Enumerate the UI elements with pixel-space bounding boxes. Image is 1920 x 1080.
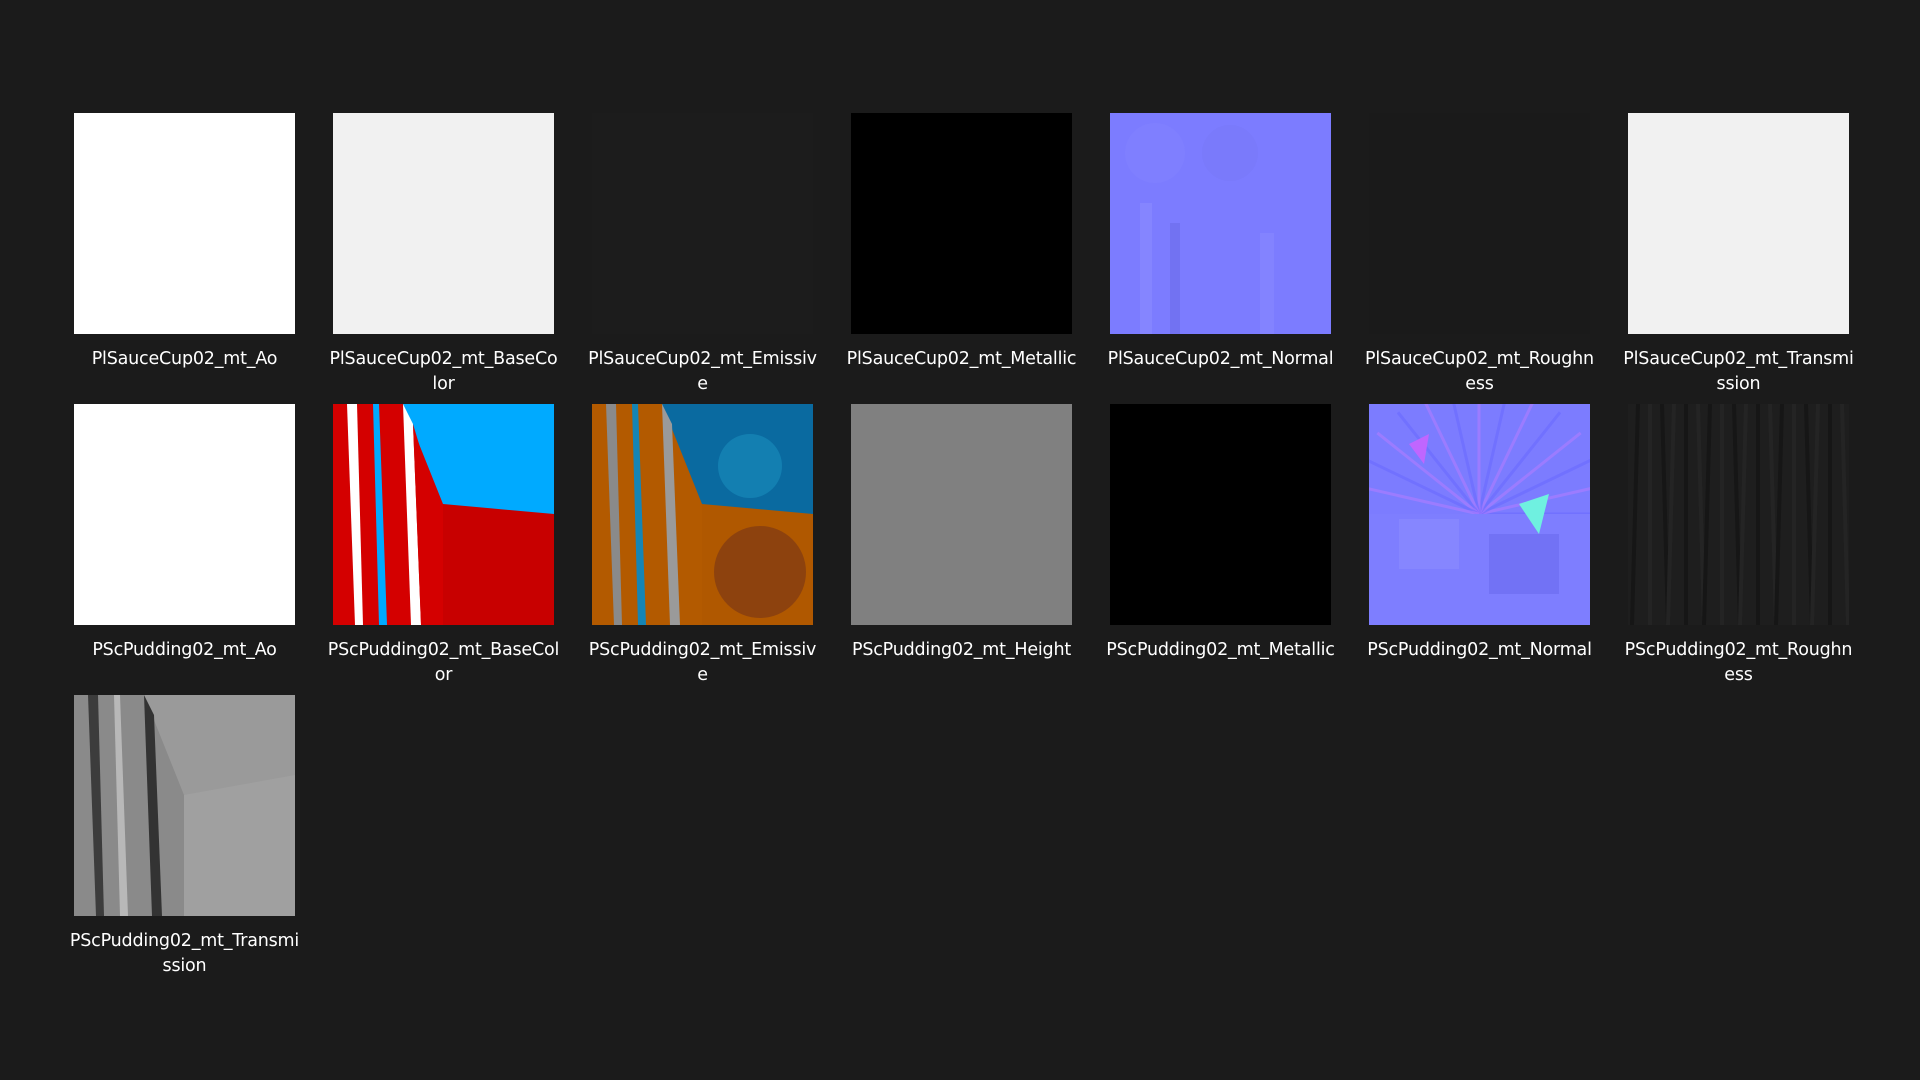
- texture-preview-graphic: [74, 695, 295, 916]
- file-thumbnail-item[interactable]: PlSauceCup02_mt_BaseColor: [330, 113, 558, 404]
- file-thumbnail-item[interactable]: PlSauceCup02_mt_Transmission: [1623, 113, 1854, 404]
- texture-preview-image: [851, 404, 1072, 625]
- texture-preview-graphic: [592, 404, 813, 625]
- texture-preview-image: [74, 404, 295, 625]
- texture-preview-image: [1369, 404, 1590, 625]
- file-thumbnail-item[interactable]: PlSauceCup02_mt_Metallic: [847, 113, 1077, 404]
- texture-preview-image: [851, 113, 1072, 334]
- texture-preview-image: [333, 404, 554, 625]
- file-name-label: PScPudding02_mt_Transmission: [69, 931, 300, 976]
- texture-preview-graphic: [1110, 404, 1331, 625]
- file-thumbnail-item[interactable]: PlSauceCup02_mt_Ao: [74, 113, 295, 404]
- texture-preview-image: [1628, 113, 1849, 334]
- texture-preview-image: [592, 113, 813, 334]
- texture-preview-graphic: [333, 404, 554, 625]
- file-thumbnail-item[interactable]: PlSauceCup02_mt_Emissive: [588, 113, 817, 404]
- texture-preview-graphic: [74, 113, 295, 334]
- file-name-label: PScPudding02_mt_BaseColor: [327, 640, 560, 685]
- file-thumbnail-item[interactable]: PScPudding02_mt_Metallic: [1106, 404, 1335, 695]
- file-thumbnail-item[interactable]: PScPudding02_mt_Emissive: [589, 404, 816, 695]
- file-name-label: PlSauceCup02_mt_Roughness: [1365, 349, 1594, 394]
- texture-preview-graphic: [333, 113, 554, 334]
- file-name-label: PlSauceCup02_mt_Emissive: [588, 349, 817, 394]
- file-name-label: PScPudding02_mt_Emissive: [588, 640, 817, 685]
- texture-preview-graphic: [851, 113, 1072, 334]
- file-name-label: PlSauceCup02_mt_BaseColor: [329, 349, 558, 394]
- texture-preview-graphic: [1628, 404, 1849, 625]
- thumbnail-grid: PlSauceCup02_mt_Ao PlSauceCup02_mt_BaseCo…: [70, 113, 1854, 986]
- texture-preview-image: [1369, 113, 1590, 334]
- texture-preview-image: [74, 113, 295, 334]
- file-thumbnail-item[interactable]: PScPudding02_mt_Ao: [74, 404, 295, 695]
- texture-preview-graphic: [1369, 404, 1590, 625]
- texture-preview-image: [1110, 113, 1331, 334]
- texture-preview-graphic: [1628, 113, 1849, 334]
- file-name-label: PlSauceCup02_mt_Transmission: [1623, 349, 1854, 394]
- file-name-label: PlSauceCup02_mt_Ao: [91, 349, 278, 369]
- file-thumbnail-item[interactable]: PScPudding02_mt_Normal: [1367, 404, 1592, 695]
- file-name-label: PScPudding02_mt_Ao: [92, 640, 277, 660]
- file-thumbnail-item[interactable]: PScPudding02_mt_BaseColor: [328, 404, 559, 695]
- file-name-label: PlSauceCup02_mt_Normal: [1107, 349, 1334, 369]
- file-thumbnail-item[interactable]: PlSauceCup02_mt_Roughness: [1365, 113, 1594, 404]
- texture-preview-graphic: [592, 113, 813, 334]
- texture-preview-graphic: [74, 404, 295, 625]
- texture-preview-graphic: [1110, 113, 1331, 334]
- texture-preview-image: [333, 113, 554, 334]
- texture-preview-graphic: [851, 404, 1072, 625]
- file-name-label: PScPudding02_mt_Metallic: [1106, 640, 1335, 660]
- file-thumbnail-item[interactable]: PlSauceCup02_mt_Normal: [1108, 113, 1334, 404]
- file-name-label: PScPudding02_mt_Height: [851, 640, 1072, 660]
- texture-preview-image: [1110, 404, 1331, 625]
- texture-preview-image: [1628, 404, 1849, 625]
- texture-preview-graphic: [1369, 113, 1590, 334]
- file-thumbnail-item[interactable]: PScPudding02_mt_Transmission: [70, 695, 299, 986]
- file-thumbnail-item[interactable]: PScPudding02_mt_Height: [851, 404, 1072, 695]
- file-name-label: PlSauceCup02_mt_Metallic: [846, 349, 1077, 369]
- file-thumbnail-item[interactable]: PScPudding02_mt_Roughness: [1625, 404, 1853, 695]
- texture-preview-image: [74, 695, 295, 916]
- file-name-label: PScPudding02_mt_Normal: [1367, 640, 1592, 660]
- file-name-label: PScPudding02_mt_Roughness: [1624, 640, 1853, 685]
- texture-preview-image: [592, 404, 813, 625]
